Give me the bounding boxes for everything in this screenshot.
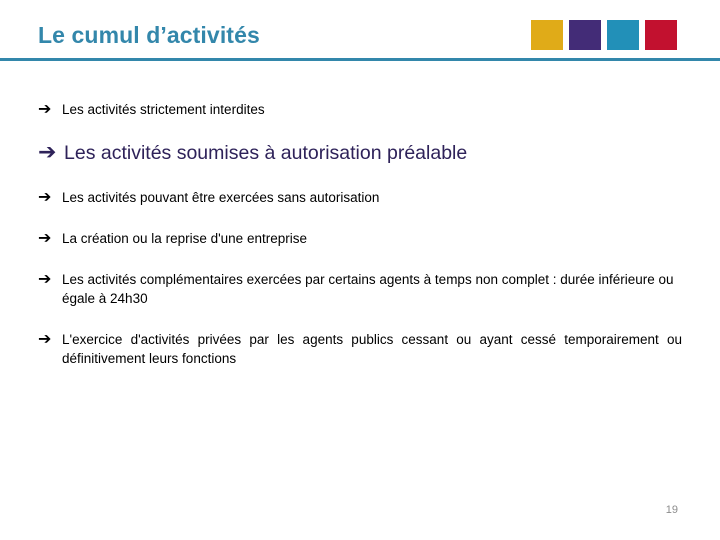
list-item-label: L'exercice d'activités privées par les a… [62,332,682,366]
arrow-right-icon: ➔ [38,329,52,348]
list-item: ➔ Les activités strictement interdites [0,100,720,119]
list-item-label: Les activités complémentaires exercées p… [62,272,674,306]
list-item: ➔ Les activités pouvant être exercées san… [0,188,720,207]
arrow-right-icon: ➔ [38,99,52,118]
list-item-label: Les activités pouvant être exercées sans… [62,190,380,205]
list-item-label: Les activités soumises à autorisation pr… [64,142,468,164]
arrow-right-icon: ➔ [38,269,52,288]
purple-square [569,20,601,50]
header-divider [0,58,720,61]
teal-square [607,20,639,50]
red-square [645,20,677,50]
accent-squares [531,20,677,50]
list-item: ➔ Les activités complémentaires exercées … [0,270,720,308]
page-title: Le cumul d’activités [38,22,260,48]
bullet-list: ➔ Les activités strictement interdites ➔ Le… [0,100,720,390]
list-item: ➔ Les activités soumises à autorisation p… [0,141,720,166]
list-item-label: La création ou la reprise d'une entrepri… [62,231,307,246]
arrow-right-icon: ➔ [38,187,52,206]
gold-square [531,20,563,50]
slide: Le cumul d’activités ➔ Les activités stri… [0,0,720,540]
arrow-right-icon: ➔ [38,228,52,247]
slide-header: Le cumul d’activités [0,0,720,62]
list-item: ➔ La création ou la reprise d'une entrepr… [0,229,720,248]
arrow-right-icon: ➔ [38,140,57,165]
page-number: 19 [665,504,678,516]
list-item-label: Les activités strictement interdites [62,102,265,117]
list-item: ➔ L'exercice d'activités privées par les … [0,330,720,368]
